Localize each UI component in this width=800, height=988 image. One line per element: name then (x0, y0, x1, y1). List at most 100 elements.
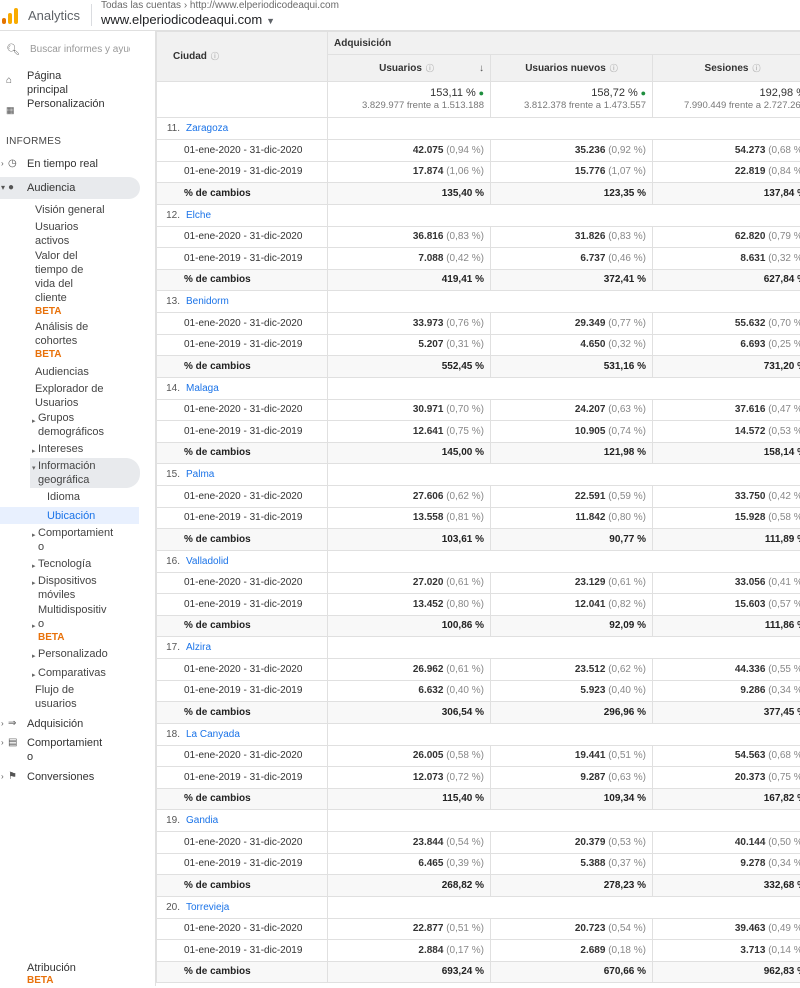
nav-benchmark[interactable]: ▸ Comparativas (38, 666, 106, 680)
table-row-city: 16.Valladolid (157, 550, 800, 572)
metric-share: (0,42 %) (768, 491, 800, 502)
change-value: 145,00 % (328, 442, 491, 464)
col-sessions-header[interactable]: Sesionesⓘ (653, 55, 800, 82)
col-city-header[interactable]: Ciudadⓘ (157, 32, 328, 82)
metric-cell: 9.287 (0,63 %) (491, 767, 653, 789)
city-link[interactable]: Malaga (186, 383, 219, 394)
nav-interests[interactable]: ▸ Intereses (38, 442, 83, 456)
table-row-city: 11.Zaragoza (157, 118, 800, 140)
metric-value: 15.928 (735, 512, 766, 523)
nav-location[interactable]: Ubicación (47, 509, 95, 523)
city-link[interactable]: Elche (186, 210, 211, 221)
metric-cell: 15.928 (0,58 %) (653, 507, 800, 529)
nav-active-users[interactable]: Usuarios activos (35, 220, 105, 248)
metric-share: (0,72 %) (446, 772, 484, 783)
totals-sessions-compare: 7.990.449 frente a 2.727.267 (659, 100, 800, 111)
totals-city-cell (157, 82, 328, 118)
nav-mobile[interactable]: ▸ Dispositivos móviles (38, 574, 108, 602)
header-divider (91, 4, 92, 26)
nav-cross-device-label: Multidispositivo (38, 604, 106, 630)
nav-cross-device[interactable]: ▸ Multidispositivo BETA (38, 603, 110, 645)
metric-share: (0,58 %) (446, 750, 484, 761)
metric-share: (0,83 %) (608, 231, 646, 242)
nav-home[interactable]: ⌂ Página principal (0, 69, 156, 99)
city-link[interactable]: Alzira (186, 642, 211, 653)
nav-demographics[interactable]: ▸ Grupos demográficos (38, 411, 118, 439)
col-users-header[interactable]: Usuariosⓘ ↓ (328, 55, 491, 82)
nav-language[interactable]: Idioma (47, 490, 80, 504)
metric-cell: 54.563 (0,68 %) (653, 745, 800, 767)
metric-value: 9.287 (580, 772, 605, 783)
help-icon[interactable]: ⓘ (610, 64, 618, 73)
nav-users-flow[interactable]: Flujo de usuarios (35, 683, 95, 711)
city-link[interactable]: Benidorm (186, 296, 229, 307)
metric-cell: 17.874 (1,06 %) (328, 161, 491, 183)
metric-value: 54.273 (735, 145, 766, 156)
metric-share: (0,47 %) (768, 404, 800, 415)
metric-share: (0,57 %) (768, 599, 800, 610)
metric-share: (0,53 %) (768, 426, 800, 437)
analytics-logo-icon[interactable] (0, 6, 20, 24)
metric-value: 3.713 (740, 945, 765, 956)
city-link[interactable]: Zaragoza (186, 123, 228, 134)
sort-desc-icon[interactable]: ↓ (479, 63, 484, 74)
city-empty-cell (328, 377, 800, 399)
nav-cohort[interactable]: Análisis de cohortes BETA (35, 320, 105, 362)
metric-cell: 31.826 (0,83 %) (491, 226, 653, 248)
metric-value: 20.723 (575, 923, 606, 934)
city-link[interactable]: Palma (186, 469, 214, 480)
account-selector[interactable]: www.elperiodicodeaqui.com▼ (101, 12, 275, 27)
metric-cell: 40.144 (0,50 %) (653, 832, 800, 854)
nav-lifetime-value[interactable]: Valor del tiempo de vida del cliente BET… (35, 249, 105, 319)
expand-arrow-icon: › (1, 717, 4, 731)
nav-geo[interactable]: ▾ Información geográfica (38, 459, 118, 487)
metric-cell: 20.723 (0,54 %) (491, 918, 653, 940)
search-input[interactable]: Buscar informes y ayuda (30, 44, 130, 55)
city-cell: 19.Gandia (157, 810, 328, 832)
row-number: 13. (163, 296, 180, 307)
metric-value: 14.572 (735, 426, 766, 437)
metric-cell: 37.616 (0,47 %) (653, 399, 800, 421)
city-cell: 16.Valladolid (157, 550, 328, 572)
metric-cell: 20.379 (0,53 %) (491, 832, 653, 854)
nav-custom-sub-label: Personalizado (38, 648, 108, 660)
nav-audiences[interactable]: Audiencias (35, 365, 89, 379)
city-link[interactable]: Torrevieja (186, 902, 229, 913)
nav-overview[interactable]: Visión general (35, 203, 105, 217)
city-link[interactable]: Gandia (186, 815, 218, 826)
metric-cell: 12.041 (0,82 %) (491, 594, 653, 616)
table-row-period: 01-ene-2020 - 31-dic-202036.816 (0,83 %)… (157, 226, 800, 248)
beta-badge: BETA (38, 631, 110, 645)
metric-cell: 2.884 (0,17 %) (328, 940, 491, 962)
city-link[interactable]: Valladolid (186, 556, 229, 567)
search-box[interactable]: 🔍︎ Buscar informes y ayuda (0, 39, 156, 61)
nav-technology[interactable]: ▸ Tecnología (38, 557, 91, 571)
nav-custom-sub[interactable]: ▸ Personalizado (38, 647, 108, 661)
nav-behavior-sub[interactable]: ▸ Comportamiento (38, 526, 118, 554)
metric-cell: 42.075 (0,94 %) (328, 140, 491, 162)
account-breadcrumb[interactable]: Todas las cuentas › http://www.elperiodi… (101, 0, 339, 11)
report-table: Ciudadⓘ Adquisición Usuariosⓘ ↓ Usuarios… (156, 31, 800, 983)
metric-value: 12.041 (575, 599, 606, 610)
metric-share: (0,70 %) (768, 318, 800, 329)
metric-cell: 6.737 (0,46 %) (491, 248, 653, 270)
col-new-users-header[interactable]: Usuarios nuevosⓘ (491, 55, 653, 82)
change-label: % de cambios (157, 788, 328, 810)
metric-value: 23.844 (413, 837, 444, 848)
table-row-period: 01-ene-2020 - 31-dic-202030.971 (0,70 %)… (157, 399, 800, 421)
metric-share: (0,41 %) (768, 577, 800, 588)
help-icon[interactable]: ⓘ (426, 64, 434, 73)
metric-value: 26.005 (413, 750, 444, 761)
city-empty-cell (328, 550, 800, 572)
city-link[interactable]: La Canyada (186, 729, 240, 740)
metric-share: (0,40 %) (446, 685, 484, 696)
help-icon[interactable]: ⓘ (752, 64, 760, 73)
nav-customization[interactable]: ▦ Personalización (0, 97, 156, 127)
nav-user-explorer[interactable]: Explorador de Usuarios (35, 382, 115, 410)
flag-icon: ⚑ (8, 770, 17, 784)
help-icon[interactable]: ⓘ (211, 52, 219, 61)
metric-share: (0,34 %) (768, 858, 800, 869)
collapse-caret-icon: ▾ (32, 462, 36, 476)
nav-benchmark-label: Comparativas (38, 667, 106, 679)
metric-value: 27.020 (413, 577, 444, 588)
